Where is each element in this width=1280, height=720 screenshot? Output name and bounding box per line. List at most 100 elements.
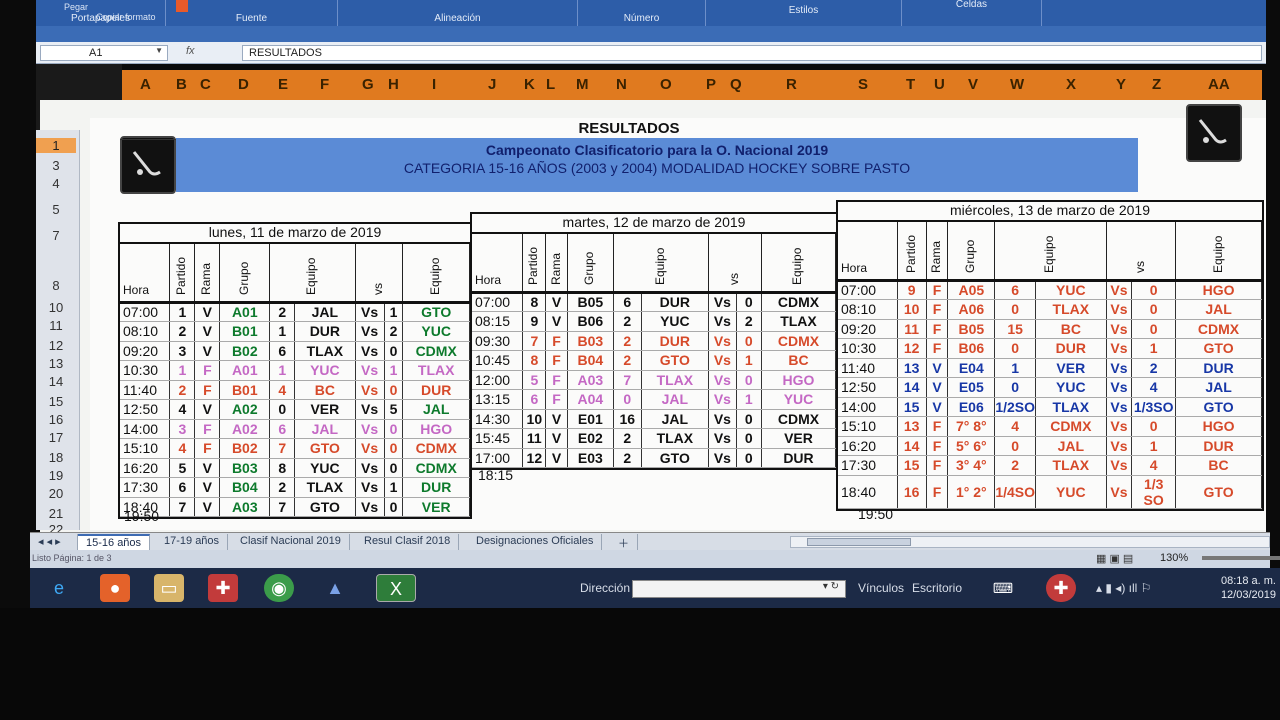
cell-partido[interactable]: 14	[897, 436, 927, 456]
cell-vs[interactable]: Vs	[1106, 338, 1133, 359]
cell-grupo[interactable]: B01	[219, 321, 271, 342]
font-color-icon[interactable]	[176, 0, 188, 12]
row-1[interactable]: 1	[36, 138, 76, 153]
cell-g1[interactable]: 0	[994, 299, 1037, 320]
cell-g1[interactable]: 2	[994, 455, 1037, 476]
row-14[interactable]: 14	[36, 374, 76, 389]
col-y[interactable]: Y	[1116, 76, 1126, 93]
cell-rama[interactable]: V	[545, 292, 568, 312]
col-w[interactable]: W	[1010, 76, 1024, 93]
cell-eq1[interactable]: DUR	[294, 321, 356, 342]
view-buttons[interactable]: ▦ ▣ ▤	[1096, 552, 1133, 565]
cell-partido[interactable]: 1	[169, 360, 196, 381]
cell-partido[interactable]: 4	[169, 438, 196, 459]
cell-hora[interactable]: 12:50	[838, 377, 898, 398]
cell-g1[interactable]: 0	[994, 377, 1037, 398]
cell-partido[interactable]: 5	[522, 370, 547, 390]
cell-hora[interactable]: 14:30	[472, 409, 524, 429]
tab-nav-arrows[interactable]: ◂ ◂ ▸ ▸	[30, 534, 78, 561]
new-sheet-icon[interactable]: ＋	[610, 534, 638, 550]
row-12[interactable]: 12	[36, 338, 76, 353]
cell-eq2[interactable]: GTO	[1175, 475, 1262, 509]
app-icon[interactable]: ✚	[208, 574, 238, 602]
cell-eq2[interactable]: YUC	[402, 321, 470, 342]
cell-g1[interactable]: 1/4SO	[994, 475, 1037, 509]
cell-eq2[interactable]: GTO	[402, 302, 470, 322]
cell-rama[interactable]: F	[926, 416, 949, 437]
cell-rama[interactable]: V	[194, 341, 221, 361]
cell-grupo[interactable]: A03	[567, 370, 615, 390]
cell-vs[interactable]: Vs	[355, 341, 385, 361]
cell-g2[interactable]: 1/3 SO	[1131, 475, 1177, 509]
cell-rama[interactable]: V	[926, 358, 949, 378]
cell-rama[interactable]: F	[545, 350, 568, 371]
col-l[interactable]: L	[546, 76, 555, 93]
cell-vs[interactable]: Vs	[1106, 416, 1133, 437]
row-15[interactable]: 15	[36, 394, 76, 409]
cell-rama[interactable]: V	[545, 448, 568, 468]
cell-hora[interactable]: 07:00	[120, 302, 171, 322]
cell-g1[interactable]: 2	[613, 350, 642, 371]
col-e[interactable]: E	[278, 76, 288, 93]
cell-g2[interactable]: 0	[1131, 299, 1177, 320]
cell-eq2[interactable]: DUR	[1175, 436, 1262, 456]
cell-vs[interactable]: Vs	[355, 477, 385, 498]
cell-vs[interactable]: Vs	[355, 302, 385, 322]
cell-eq2[interactable]: HGO	[1175, 280, 1262, 300]
cell-eq2[interactable]: DUR	[402, 477, 470, 498]
col-k[interactable]: K	[524, 76, 535, 93]
cell-rama[interactable]: V	[545, 311, 568, 332]
cell-g2[interactable]: 1	[1131, 436, 1177, 456]
col-g[interactable]: G	[362, 76, 374, 93]
cell-hora[interactable]: 15:10	[120, 438, 171, 459]
cell-vs[interactable]: Vs	[708, 409, 737, 429]
cell-hora[interactable]: 16:20	[838, 436, 898, 456]
cell-partido[interactable]: 12	[897, 338, 927, 359]
cell-partido[interactable]: 4	[169, 399, 196, 420]
cell-g2[interactable]: 0	[736, 409, 762, 429]
tab-clasif-nacional[interactable]: Clasif Nacional 2019	[232, 534, 350, 550]
col-n[interactable]: N	[616, 76, 627, 93]
cell-grupo[interactable]: A01	[219, 360, 271, 381]
cell-grupo[interactable]: B01	[219, 380, 271, 400]
zoom-level[interactable]: 130%	[1160, 552, 1188, 564]
cell-eq2[interactable]: BC	[761, 350, 837, 371]
cell-eq2[interactable]: DUR	[402, 380, 470, 400]
cell-rama[interactable]: V	[926, 397, 949, 417]
cell-vs[interactable]: Vs	[708, 370, 737, 390]
cell-eq2[interactable]: JAL	[1175, 377, 1262, 398]
cell-g1[interactable]: 0	[269, 399, 296, 420]
keyboard-icon[interactable]: ⌨	[986, 574, 1020, 602]
cell-g1[interactable]: 7	[269, 438, 296, 459]
row-11[interactable]: 11	[36, 318, 76, 333]
cell-grupo[interactable]: A02	[219, 399, 271, 420]
cell-eq2[interactable]: DUR	[1175, 358, 1262, 378]
cell-vs[interactable]: Vs	[355, 497, 385, 517]
cell-vs[interactable]: Vs	[708, 448, 737, 468]
cell-g2[interactable]: 0	[384, 497, 404, 517]
cell-g2[interactable]: 2	[736, 311, 762, 332]
cell-rama[interactable]: V	[926, 377, 949, 398]
cell-eq1[interactable]: BC	[1035, 319, 1107, 339]
row-5[interactable]: 5	[36, 202, 76, 217]
col-z[interactable]: Z	[1152, 76, 1161, 93]
cell-g2[interactable]: 0	[736, 370, 762, 390]
col-i[interactable]: I	[432, 76, 436, 93]
clock[interactable]: 08:18 a. m. 12/03/2019	[1221, 574, 1276, 602]
cell-partido[interactable]: 8	[522, 350, 547, 371]
cell-grupo[interactable]: 1° 2°	[947, 475, 996, 509]
cell-g1[interactable]: 0	[994, 338, 1037, 359]
cell-hora[interactable]: 09:20	[120, 341, 171, 361]
cell-vs[interactable]: Vs	[1106, 280, 1133, 300]
cell-grupo[interactable]: B02	[219, 438, 271, 459]
cell-g1[interactable]: 1	[269, 321, 296, 342]
cell-eq1[interactable]: VER	[294, 399, 356, 420]
cell-rama[interactable]: V	[194, 477, 221, 498]
cell-vs[interactable]: Vs	[1106, 455, 1133, 476]
cell-vs[interactable]: Vs	[1106, 436, 1133, 456]
cell-g1[interactable]: 1	[994, 358, 1037, 378]
col-b[interactable]: B	[176, 76, 187, 93]
cell-eq1[interactable]: TLAX	[1035, 455, 1107, 476]
row-20[interactable]: 20	[36, 486, 76, 501]
col-m[interactable]: M	[576, 76, 589, 93]
